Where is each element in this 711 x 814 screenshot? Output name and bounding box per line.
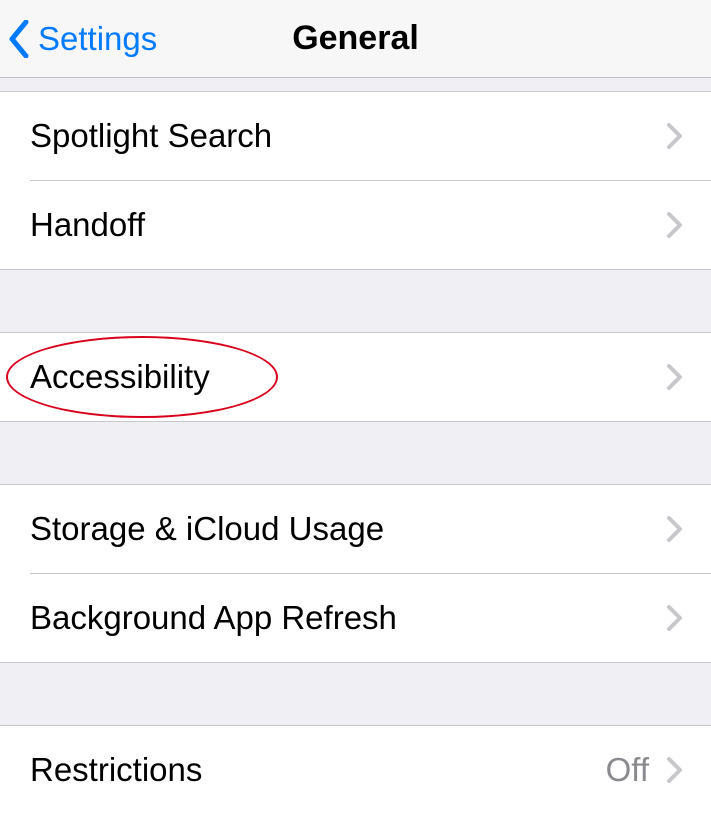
chevron-left-icon [8,20,30,58]
navigation-bar: Settings General [0,0,711,78]
chevron-right-icon [667,364,683,390]
row-restrictions[interactable]: Restrictions Off [0,726,711,814]
chevron-right-icon [667,212,683,238]
row-background-app-refresh[interactable]: Background App Refresh [0,574,711,662]
row-label: Accessibility [30,358,667,396]
section-gap [0,421,711,485]
row-spotlight-search[interactable]: Spotlight Search [0,92,711,180]
row-label: Spotlight Search [30,117,667,155]
chevron-right-icon [667,123,683,149]
back-button[interactable]: Settings [8,0,157,78]
back-label: Settings [38,20,157,58]
section-gap [0,269,711,333]
chevron-right-icon [667,605,683,631]
row-label: Handoff [30,206,667,244]
row-value: Off [606,751,649,789]
chevron-right-icon [667,516,683,542]
row-label: Background App Refresh [30,599,667,637]
section-gap [0,78,711,92]
row-storage-icloud-usage[interactable]: Storage & iCloud Usage [0,485,711,573]
chevron-right-icon [667,757,683,783]
row-handoff[interactable]: Handoff [0,181,711,269]
section-gap [0,662,711,726]
row-label: Restrictions [30,751,606,789]
row-accessibility[interactable]: Accessibility [0,333,711,421]
row-label: Storage & iCloud Usage [30,510,667,548]
